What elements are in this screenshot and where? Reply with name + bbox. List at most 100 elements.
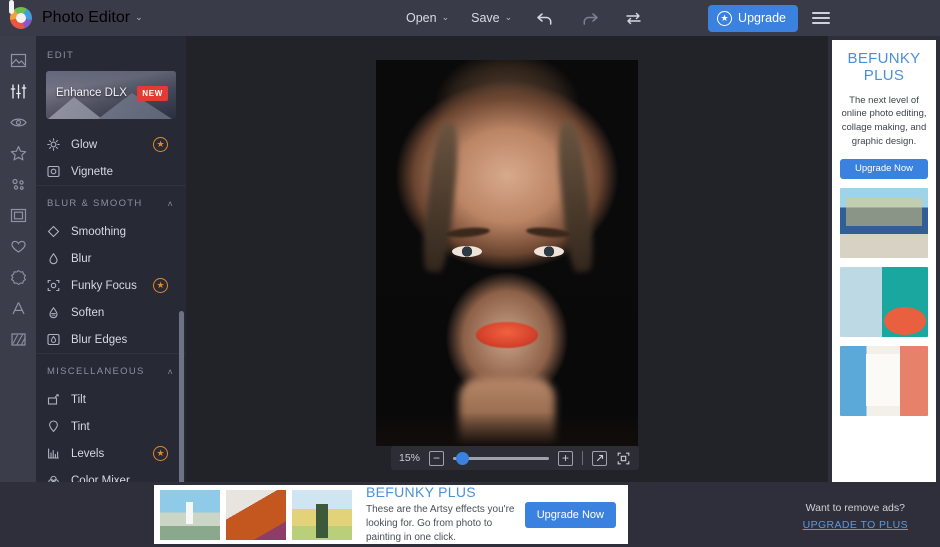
bottom-ad-thumb-road: [292, 489, 352, 540]
panel-item-funky-focus[interactable]: Funky Focus ★: [36, 272, 186, 299]
group-header-blur-smooth[interactable]: BLUR & SMOOTH ˄: [36, 186, 186, 218]
redo-arrow-icon[interactable]: [578, 7, 600, 29]
panel-item-label: Tint: [71, 420, 90, 433]
photo-canvas[interactable]: 15% − +: [186, 36, 828, 482]
enhance-dlx-label: Enhance DLX: [56, 87, 127, 99]
bottom-ad-upgrade-button[interactable]: Upgrade Now: [524, 501, 616, 528]
rail-item-star-effects-icon[interactable]: [0, 139, 36, 168]
hamburger-menu-icon[interactable]: [812, 12, 830, 24]
eyebrow: [445, 226, 491, 239]
eye: [452, 246, 482, 257]
rail-item-badge-graphics-icon[interactable]: [0, 263, 36, 292]
zoom-in-button[interactable]: +: [558, 450, 574, 466]
premium-star-badge: ★: [153, 278, 168, 293]
tint-drop-icon: [47, 420, 67, 433]
shoulder-shadow: [376, 412, 638, 446]
expand-arrow-icon[interactable]: [592, 450, 608, 466]
right-ad-panel: BEFUNKY PLUS The next level of online ph…: [832, 40, 936, 482]
undo-arrow-icon[interactable]: [534, 7, 556, 29]
panel-group-miscellaneous: MISCELLANEOUS ˄ Tilt Tint Levels ★ Color…: [36, 353, 186, 482]
star-icon: ★: [717, 10, 733, 26]
bottom-ad-area: BEFUNKY PLUS These are the Artsy effects…: [0, 482, 940, 547]
rail-item-artsy-dots-icon[interactable]: [0, 170, 36, 199]
premium-star-badge: ★: [153, 137, 168, 152]
rail-item-heart-overlays-icon[interactable]: [0, 232, 36, 261]
group-header-miscellaneous[interactable]: MISCELLANEOUS ˄: [36, 354, 186, 386]
premium-star-badge: ★: [153, 446, 168, 461]
panel-item-glow[interactable]: Glow ★: [36, 131, 186, 158]
lips: [476, 322, 538, 348]
right-ad-upgrade-button[interactable]: Upgrade Now: [840, 158, 928, 179]
blur-edges-icon: [47, 333, 67, 346]
group-title: MISCELLANEOUS: [47, 366, 145, 377]
upgrade-button[interactable]: ★ Upgrade: [708, 4, 798, 32]
panel-item-tilt[interactable]: Tilt: [36, 386, 186, 413]
bottom-ad-thumb-portrait: [226, 489, 286, 540]
bottom-ad-banner[interactable]: BEFUNKY PLUS These are the Artsy effects…: [154, 484, 628, 545]
panel-item-label: Levels: [71, 447, 105, 460]
zoom-out-button[interactable]: −: [429, 450, 445, 466]
rail-item-texture-icon[interactable]: [0, 325, 36, 354]
edit-panel: EDIT Enhance DLX NEW Glow ★ Vignette BLU…: [36, 36, 186, 482]
save-menu[interactable]: Save ⌄: [471, 11, 512, 25]
portrait-photo: [376, 60, 638, 448]
app-title[interactable]: Photo Editor ⌄: [42, 9, 143, 27]
remove-ads-block: Want to remove ads? UPGRADE TO PLUS: [803, 498, 908, 531]
panel-item-blur-edges[interactable]: Blur Edges: [36, 326, 186, 353]
panel-item-levels[interactable]: Levels ★: [36, 440, 186, 467]
panel-item-tint[interactable]: Tint: [36, 413, 186, 440]
panel-group-blur-smooth: BLUR & SMOOTH ˄ Smoothing Blur Funky Foc…: [36, 185, 186, 353]
befunky-logo-icon: [9, 0, 32, 29]
brand-area[interactable]: Photo Editor ⌄: [0, 0, 143, 29]
panel-item-label: Blur: [71, 252, 92, 265]
rail-item-sliders-edit-icon[interactable]: [0, 77, 36, 106]
panel-item-vignette[interactable]: Vignette: [36, 158, 186, 185]
zoom-level-label: 15%: [399, 452, 421, 464]
top-right-actions: ★ Upgrade: [708, 0, 830, 36]
chevron-up-icon: ˄: [167, 198, 174, 209]
levels-bars-icon: [47, 447, 67, 460]
panel-item-label: Soften: [71, 306, 105, 319]
chevron-down-icon: ⌄: [504, 12, 513, 22]
new-badge: NEW: [137, 86, 168, 101]
zoom-toolbar: 15% − +: [391, 446, 640, 470]
upgrade-to-plus-link[interactable]: UPGRADE TO PLUS: [803, 519, 908, 531]
panel-item-color-mixer[interactable]: Color Mixer: [36, 467, 186, 482]
bottom-ad-text: BEFUNKY PLUS These are the Artsy effects…: [358, 484, 519, 545]
swap-compare-icon[interactable]: [622, 7, 644, 29]
zoom-slider-handle[interactable]: [456, 451, 470, 465]
app-title-label: Photo Editor: [42, 9, 131, 26]
diamond-smoothing-icon: [47, 225, 67, 238]
right-ad-title-line1: BEFUNKY: [847, 50, 921, 67]
panel-item-soften[interactable]: Soften: [36, 299, 186, 326]
panel-header: EDIT: [47, 50, 75, 61]
panel-item-label: Smoothing: [71, 225, 126, 238]
panel-item-blur[interactable]: Blur: [36, 245, 186, 272]
right-ad-thumb-templates[interactable]: [840, 345, 928, 416]
remove-ads-question: Want to remove ads?: [805, 502, 905, 514]
zoom-slider[interactable]: [453, 451, 550, 465]
chevron-down-icon: ⌄: [441, 12, 450, 22]
toolbar-divider: [582, 451, 584, 465]
chevron-up-icon: ˄: [167, 366, 174, 377]
panel-item-label: Glow: [71, 138, 98, 151]
right-ad-thumb-collage[interactable]: [840, 266, 928, 337]
rail-item-frames-icon[interactable]: [0, 201, 36, 230]
tilt-icon: [47, 393, 67, 406]
enhance-dlx-banner[interactable]: Enhance DLX NEW: [46, 71, 176, 119]
panel-scrollbar[interactable]: [179, 311, 184, 482]
eyebrow: [525, 226, 571, 239]
open-menu[interactable]: Open ⌄: [406, 11, 449, 25]
photo-editor-app: Photo Editor ⌄ Open ⌄ Save ⌄ ★ Upgrade E…: [0, 0, 940, 547]
fit-to-screen-icon[interactable]: [616, 451, 631, 466]
panel-item-smoothing[interactable]: Smoothing: [36, 218, 186, 245]
right-ad-description: The next level of online photo editing, …: [841, 94, 927, 147]
rail-item-eye-touchup-icon[interactable]: [0, 108, 36, 137]
panel-item-label: Funky Focus: [71, 279, 137, 292]
bottom-ad-title: BEFUNKY PLUS: [366, 484, 476, 500]
save-menu-label: Save: [471, 11, 500, 25]
soften-icon: [47, 306, 67, 319]
rail-item-image-icon[interactable]: [0, 46, 36, 75]
right-ad-thumb-vintage-car[interactable]: [840, 187, 928, 258]
rail-item-text-a-icon[interactable]: [0, 294, 36, 323]
